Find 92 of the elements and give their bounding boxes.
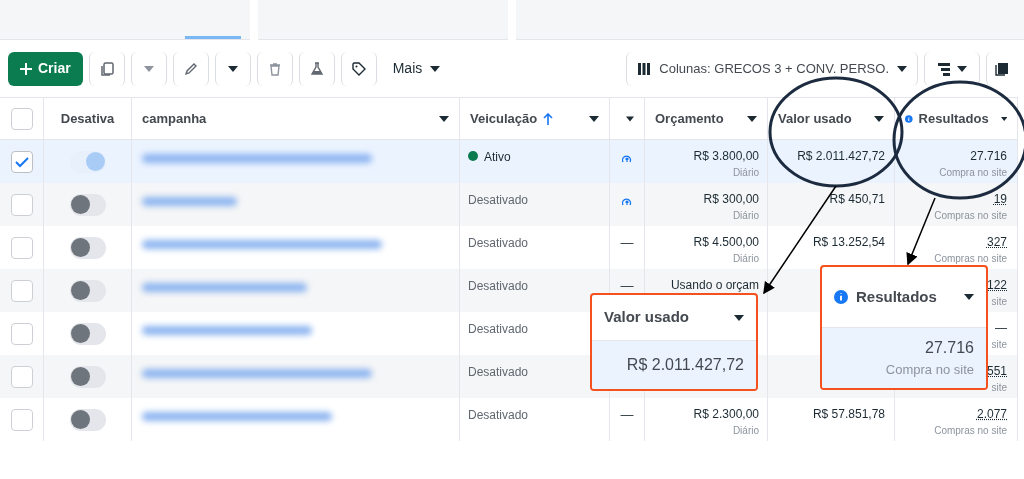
status-text: Desativado [468,321,529,338]
toggle-switch[interactable] [69,322,106,345]
budget-period: Diário [732,166,759,180]
status-text: Desativado [468,364,529,381]
column-header[interactable]: Veiculação [470,108,538,129]
budget-period: Diário [732,252,759,266]
result-value: — [995,320,1007,337]
callout-title: Valor usado [604,307,690,328]
budget-period: Diário [732,424,759,438]
dash-text: — [620,277,634,295]
more-button[interactable]: Mais [382,51,451,86]
amount-spent: R$ 13.252,54 [812,234,885,251]
result-label: site [991,381,1007,395]
result-label: Compras no site [934,252,1007,266]
toggle-switch[interactable] [69,236,106,259]
row-checkbox[interactable] [10,193,33,216]
budget-text: R$ 3.800,00 [693,148,759,165]
result-label: Compras no site [934,424,1007,438]
learning-icon [622,154,632,164]
caret-icon [589,115,599,122]
copy-icon [98,60,115,77]
budget-text: R$ 4.500,00 [693,234,759,251]
caret-icon [874,115,884,122]
result-link[interactable]: 19 [993,190,1007,208]
toggle-switch[interactable] [69,150,106,173]
row-checkbox[interactable] [10,150,33,173]
row-checkbox[interactable] [10,236,33,259]
status-text: Desativado [468,407,529,424]
caret-icon [964,294,974,300]
row-checkbox[interactable] [10,322,33,345]
amount-spent: R$ 57.851,78 [812,406,885,423]
row-checkbox[interactable] [10,279,33,302]
toggle-switch[interactable] [69,279,106,302]
caret-icon [439,115,449,122]
callout-value: 27.716 [925,338,974,359]
column-header[interactable]: Desativa [60,108,115,129]
dash-text: — [620,406,634,424]
status-text: Ativo [484,149,511,166]
toggle-switch[interactable] [69,408,106,431]
result-label: Compra no site [939,166,1007,180]
budget-text: Usando o orçam [670,277,759,294]
toggle-switch[interactable] [69,365,106,388]
toggle-switch[interactable] [69,193,106,216]
result-link[interactable]: 551 [986,362,1007,380]
budget-text: R$ 300,00 [703,191,759,208]
amount-spent: R$ 2.011.427,72 [797,148,885,165]
select-all-checkbox[interactable] [10,107,33,130]
status-text: Desativado [468,192,529,209]
caret-icon [227,65,238,72]
result-link[interactable]: 2.077 [976,405,1007,423]
caret-icon [430,65,441,72]
pencil-icon [182,60,199,77]
tag-icon [350,60,367,77]
budget-period: Diário [732,209,759,223]
result-label: Compras no site [934,209,1007,223]
result-link[interactable]: 327 [986,233,1007,251]
budget-text: R$ 2.300,00 [693,406,759,423]
dash-text: — [620,234,634,252]
column-header[interactable]: campanha [142,108,207,129]
caret-icon [734,314,744,321]
row-checkbox[interactable] [10,365,33,388]
callout-title: Resultados [856,286,937,307]
breakdown-icon [937,61,951,76]
plus-icon [20,62,32,75]
result-value: 27.716 [970,148,1007,165]
check-icon [14,155,29,168]
create-button[interactable]: Criar [8,51,83,86]
reports-icon [994,61,1009,76]
status-text: Desativado [468,235,529,252]
caret-icon [957,65,967,72]
result-label: site [991,295,1007,309]
amount-spent: R$ 450,71 [829,191,885,208]
callout-label: Compra no site [885,361,974,380]
columns-button[interactable]: Colunas: GRECOS 3 + CONV. PERSO. [626,51,918,86]
row-checkbox[interactable] [10,408,33,431]
callout-value: R$ 2.011.427,72 [626,355,744,375]
sort-up-icon[interactable] [543,112,554,125]
result-label: site [991,338,1007,352]
caret-icon [1000,115,1007,122]
caret-icon [897,65,907,72]
caret-icon [626,115,634,122]
column-header[interactable]: Orçamento [655,108,724,129]
flask-icon [308,60,325,77]
result-link[interactable]: 122 [986,276,1007,294]
caret-icon [747,115,757,122]
caret-icon [143,65,154,72]
status-text: Desativado [468,278,529,295]
column-header[interactable]: Resultados [918,108,989,129]
column-header[interactable]: Valor usado [778,108,852,129]
learning-icon [622,197,632,207]
annotation-arrow [906,197,936,266]
columns-icon [637,61,652,76]
